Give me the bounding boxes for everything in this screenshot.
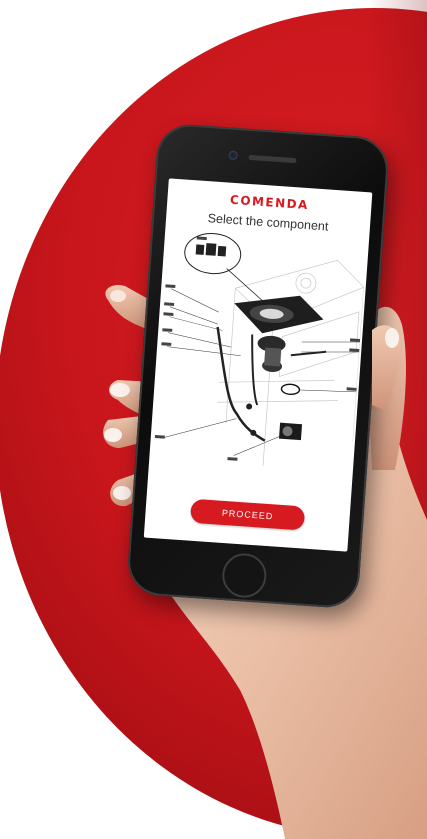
promo-scene: COMENDA Select the component PROCEED — [0, 0, 427, 839]
hand-foreground — [372, 325, 401, 410]
